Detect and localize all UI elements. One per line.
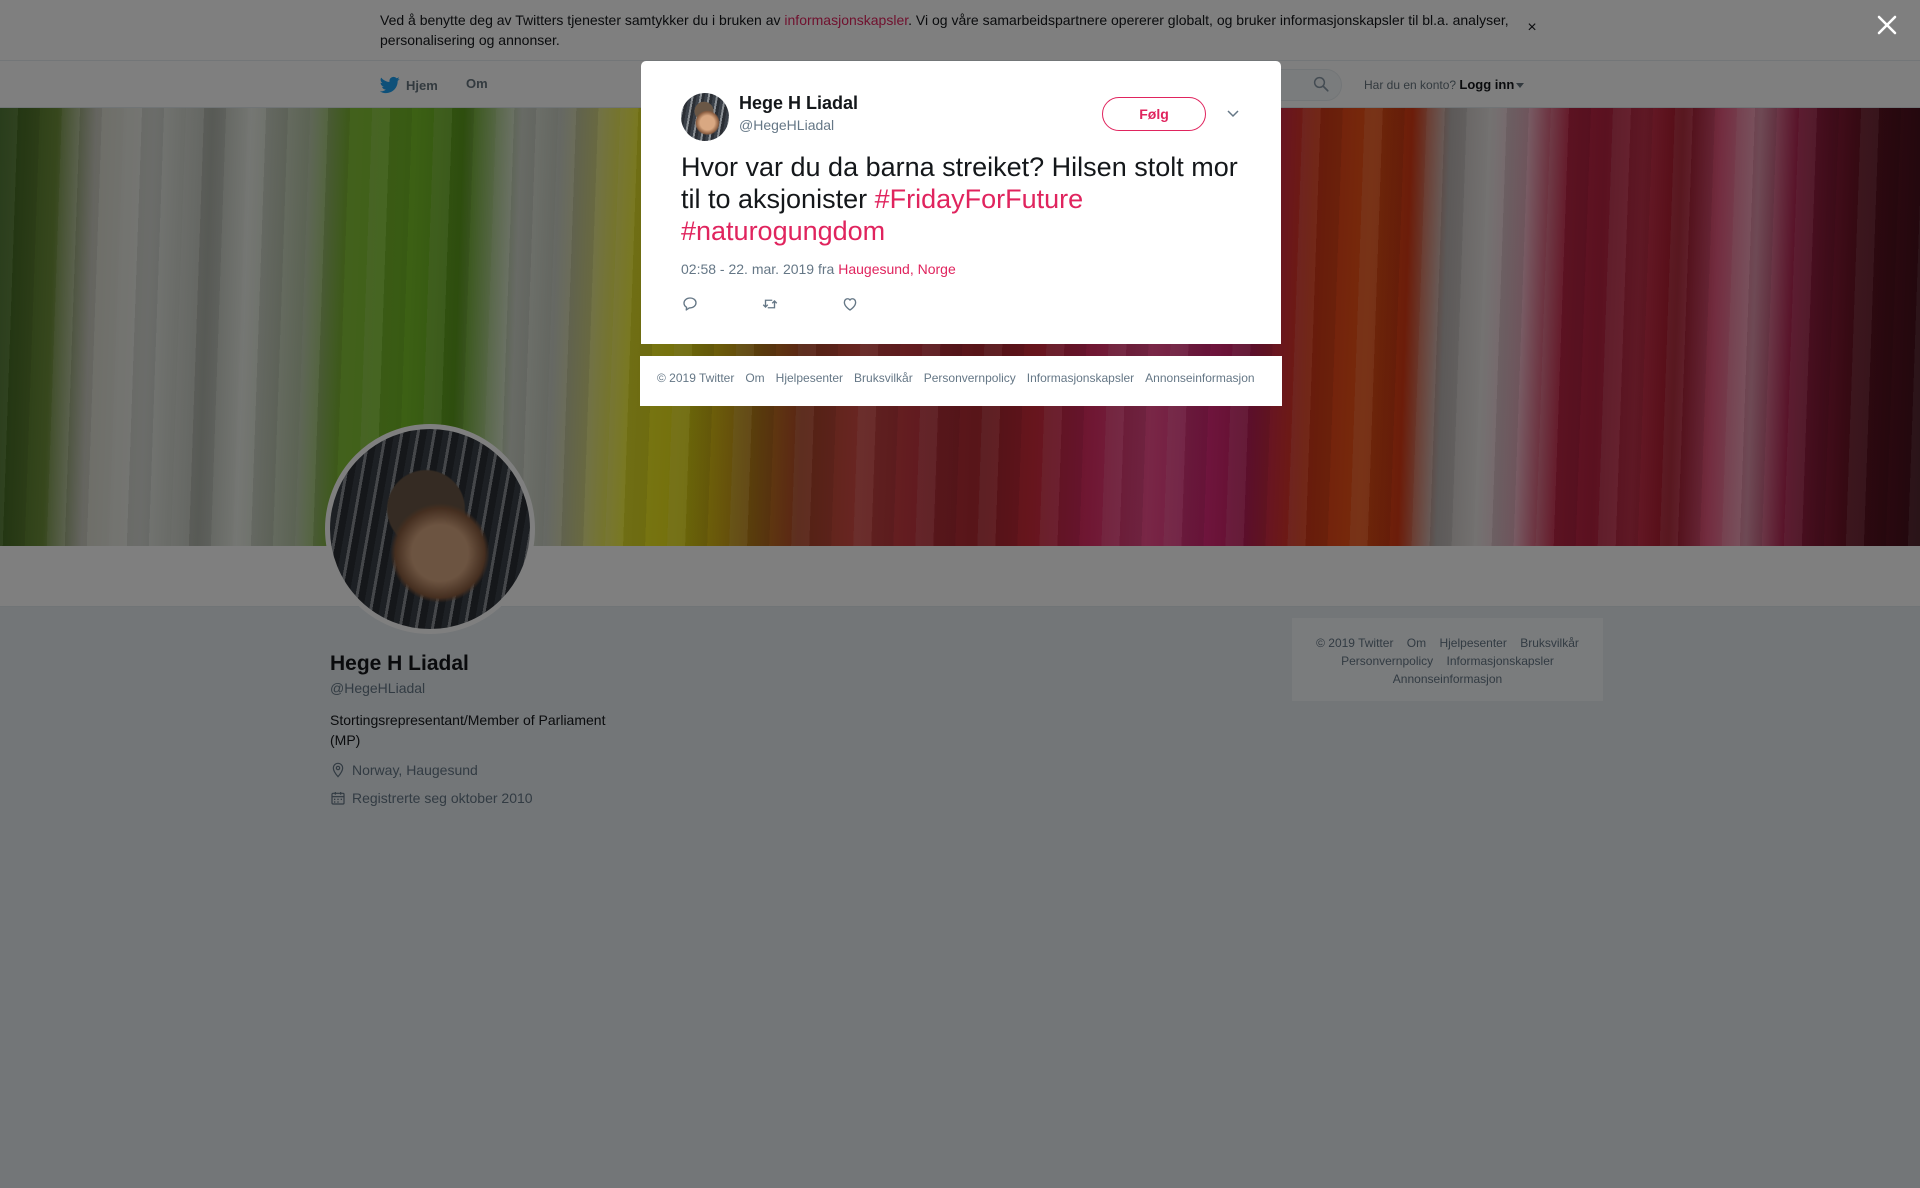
tweet-timestamp: 02:58 - 22. mar. 2019 fra Haugesund, Nor…: [681, 261, 956, 277]
tweet-author-avatar[interactable]: [681, 93, 729, 141]
reply-button[interactable]: [681, 295, 699, 313]
tweet-timestamp-text: 02:58 - 22. mar. 2019 fra: [681, 261, 839, 277]
modal-overlay[interactable]: Hege H Liadal @HegeHLiadal Følg Hvor var…: [0, 0, 1920, 1188]
footer-link-cookies[interactable]: Informasjonskapsler: [1027, 371, 1134, 385]
tweet-actions: [681, 295, 859, 313]
modal-close-button[interactable]: [1872, 10, 1902, 40]
reply-icon: [683, 297, 697, 311]
footer-link-help[interactable]: Hjelpesenter: [776, 371, 843, 385]
tweet-author-handle[interactable]: @HegeHLiadal: [739, 117, 834, 133]
footer-link-terms[interactable]: Bruksvilkår: [854, 371, 913, 385]
tweet-author-name[interactable]: Hege H Liadal: [739, 93, 858, 114]
chevron-down-icon[interactable]: [1225, 105, 1241, 121]
footer-link-privacy[interactable]: Personvernpolicy: [924, 371, 1016, 385]
hashtag-link[interactable]: #FridayForFuture: [875, 184, 1084, 214]
follow-button[interactable]: Følg: [1102, 97, 1206, 131]
close-icon: [1877, 15, 1897, 35]
tweet-permalink-card: Hege H Liadal @HegeHLiadal Følg Hvor var…: [641, 61, 1281, 344]
heart-icon: [843, 298, 857, 311]
like-button[interactable]: [841, 295, 859, 313]
retweet-icon: [762, 299, 778, 309]
tweet-text: Hvor var du da barna streiket? Hilsen st…: [681, 151, 1241, 247]
hashtag-link[interactable]: #naturogungdom: [681, 216, 885, 246]
retweet-button[interactable]: [761, 295, 779, 313]
tweet-location-link[interactable]: Haugesund, Norge: [838, 261, 956, 277]
modal-footer: © 2019 Twitter Om Hjelpesenter Bruksvilk…: [640, 356, 1282, 406]
footer-link-ads-info[interactable]: Annonseinformasjon: [1145, 371, 1254, 385]
footer-link-copyright[interactable]: © 2019 Twitter: [657, 371, 734, 385]
footer-link-about[interactable]: Om: [745, 371, 764, 385]
